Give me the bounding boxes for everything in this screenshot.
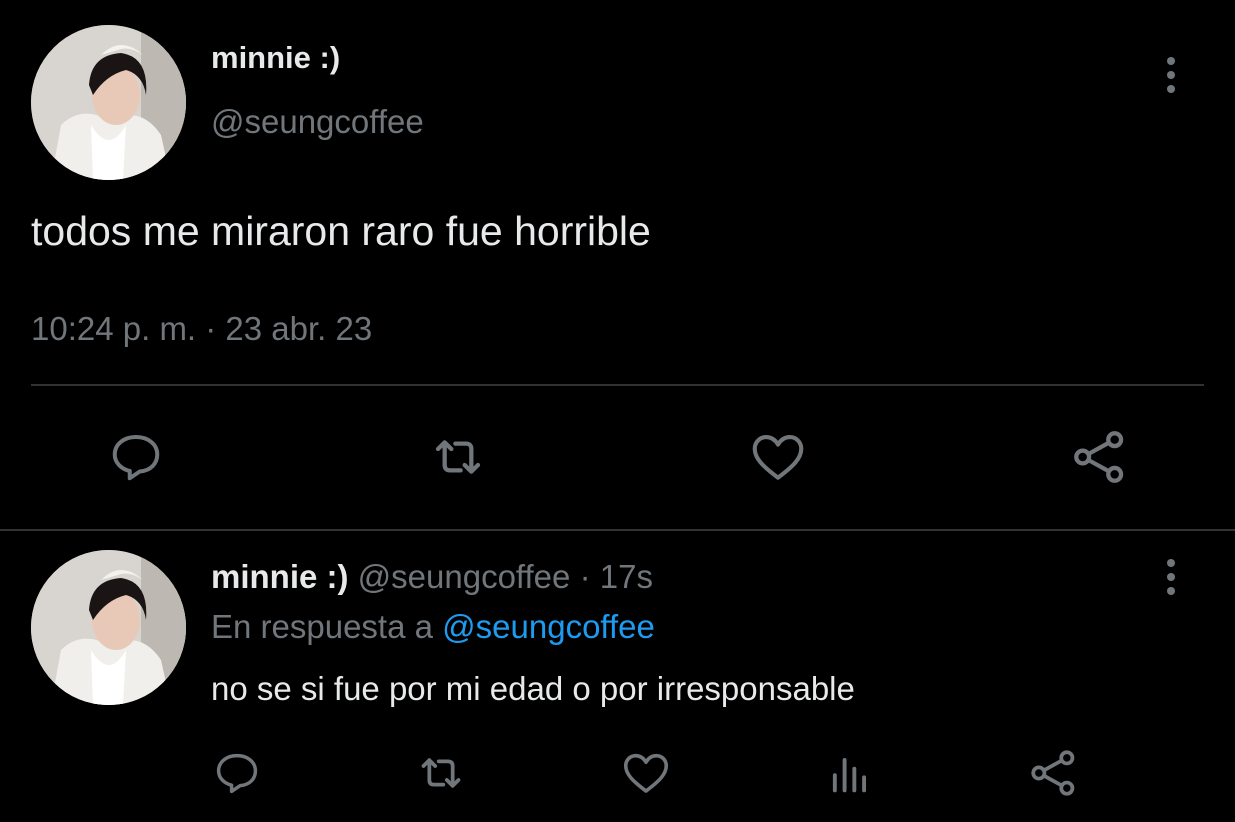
author-name[interactable]: minnie :) bbox=[211, 558, 349, 595]
more-dot-icon bbox=[1167, 573, 1175, 581]
more-dot-icon bbox=[1167, 587, 1175, 595]
retweet-button[interactable] bbox=[426, 425, 490, 489]
like-icon bbox=[623, 753, 669, 793]
more-options-button[interactable] bbox=[1156, 50, 1186, 100]
reply-button[interactable] bbox=[209, 745, 265, 801]
tweet-text: todos me miraron raro fue horrible bbox=[31, 208, 651, 254]
avatar[interactable] bbox=[31, 550, 186, 705]
divider bbox=[31, 384, 1204, 386]
share-button[interactable] bbox=[1026, 745, 1082, 801]
more-options-button[interactable] bbox=[1156, 552, 1186, 602]
replying-to-mention[interactable]: @seungcoffee bbox=[442, 608, 655, 645]
like-button[interactable] bbox=[746, 425, 810, 489]
share-icon bbox=[1074, 431, 1124, 483]
reply-header: minnie :) @seungcoffee · 17s bbox=[211, 558, 653, 596]
replying-to: En respuesta a @seungcoffee bbox=[211, 608, 655, 646]
main-tweet: minnie :) @seungcoffee todos me miraron … bbox=[0, 0, 1235, 530]
like-icon bbox=[752, 435, 804, 480]
time-ago[interactable]: 17s bbox=[600, 558, 653, 595]
views-icon bbox=[832, 758, 867, 793]
avatar-image bbox=[31, 550, 186, 705]
avatar-image bbox=[31, 25, 186, 180]
retweet-icon bbox=[435, 440, 481, 474]
author-handle[interactable]: @seungcoffee bbox=[358, 558, 571, 595]
replying-to-label: En respuesta a bbox=[211, 608, 433, 645]
like-button[interactable] bbox=[618, 745, 674, 801]
tweet-text: no se si fue por mi edad o por irrespons… bbox=[211, 670, 855, 707]
views-button[interactable] bbox=[822, 745, 878, 801]
more-dot-icon bbox=[1167, 71, 1175, 79]
reply-icon bbox=[216, 753, 258, 794]
author-name[interactable]: minnie :) bbox=[211, 40, 340, 76]
tweet-timestamp[interactable]: 10:24 p. m. · 23 abr. 23 bbox=[31, 310, 372, 348]
more-dot-icon bbox=[1167, 57, 1175, 65]
more-dot-icon bbox=[1167, 85, 1175, 93]
share-icon bbox=[1031, 750, 1075, 796]
more-dot-icon bbox=[1167, 559, 1175, 567]
retweet-icon bbox=[421, 758, 461, 788]
reply-icon bbox=[112, 435, 160, 481]
author-handle[interactable]: @seungcoffee bbox=[211, 103, 424, 141]
meta-separator: · bbox=[579, 558, 591, 595]
avatar[interactable] bbox=[31, 25, 186, 180]
share-button[interactable] bbox=[1068, 425, 1132, 489]
retweet-button[interactable] bbox=[413, 745, 469, 801]
tweet-separator bbox=[0, 529, 1235, 531]
reply-button[interactable] bbox=[104, 425, 168, 489]
